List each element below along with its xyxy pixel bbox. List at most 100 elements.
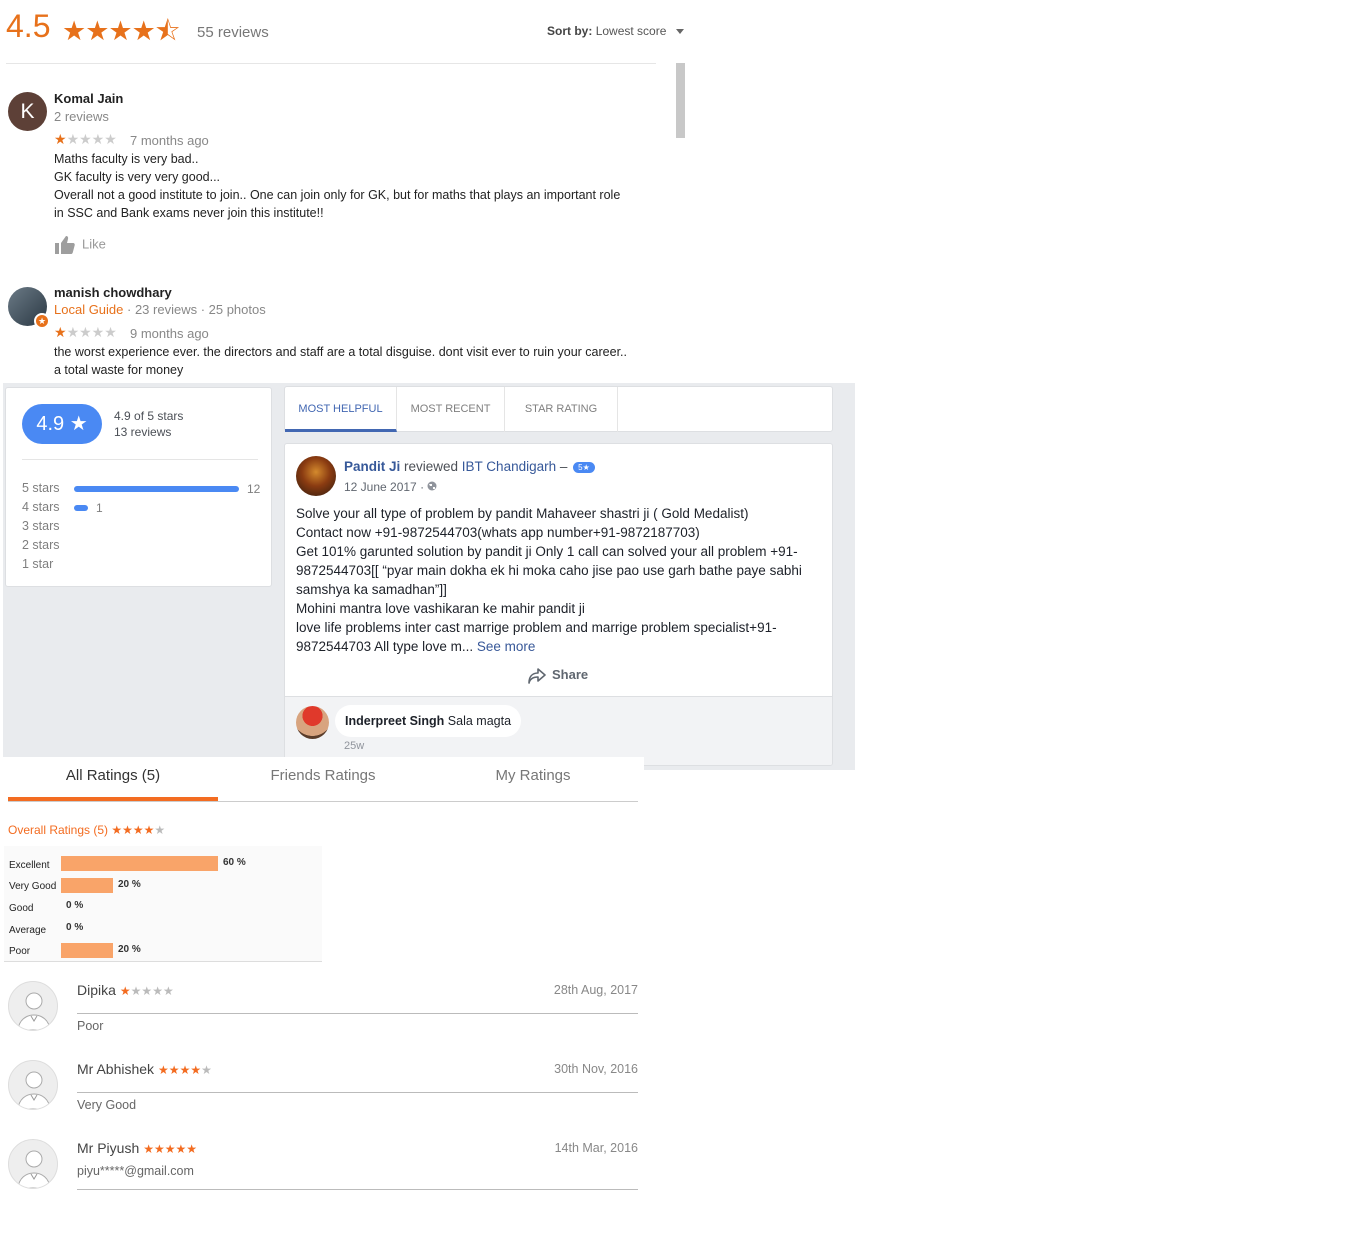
ratings-panel: All Ratings (5) Friends Ratings My Ratin… — [0, 757, 644, 1250]
breakdown-bar — [61, 943, 113, 958]
review-stars: ★★★★★ — [54, 131, 117, 148]
star-row-bar — [74, 486, 239, 492]
scrollbar-thumb[interactable] — [676, 63, 685, 138]
share-button[interactable]: Share — [528, 667, 588, 684]
like-button[interactable]: Like — [54, 235, 106, 255]
breakdown-percent: 0 % — [66, 922, 84, 933]
local-guide-label: Local Guide — [54, 302, 124, 317]
avatar[interactable] — [8, 1139, 58, 1189]
post-line: Get 101% garunted solution by pandit ji … — [296, 544, 798, 559]
avatar[interactable]: ★ — [8, 287, 50, 329]
avatar[interactable] — [8, 981, 58, 1031]
rating-date: 30th Nov, 2016 — [554, 1062, 638, 1076]
rating-badge: 5★ — [573, 461, 595, 473]
star-row-count: 12 — [247, 482, 261, 496]
breakdown-percent: 20 % — [118, 879, 141, 890]
comment-bubble: Inderpreet Singh Sala magta — [335, 705, 522, 737]
page-link[interactable]: IBT Chandigarh — [462, 459, 556, 474]
reviewer-meta: Local Guide · 23 reviews · 25 photos — [54, 302, 266, 317]
breakdown-percent: 60 % — [223, 857, 246, 868]
post-date[interactable]: 12 June 2017 · — [344, 480, 437, 494]
tab-all-ratings[interactable]: All Ratings (5) — [8, 767, 218, 784]
post-line: samshya ka samadhan”]] — [296, 582, 447, 597]
review-line: a total waste for money — [54, 363, 184, 377]
chevron-down-icon — [675, 29, 684, 35]
sort-dropdown[interactable]: Sort by: Lowest score — [547, 24, 684, 38]
reviewer-name[interactable]: manish chowdhary — [54, 285, 172, 300]
star-row-label: 4 stars — [22, 500, 60, 514]
divider — [6, 63, 656, 64]
post-verb: reviewed — [400, 459, 462, 474]
review-text: Maths faculty is very bad.. GK faculty i… — [54, 150, 654, 222]
breakdown-percent: 20 % — [118, 944, 141, 955]
rating-of-text: 4.9 of 5 stars — [114, 409, 184, 423]
breakdown-label: Good — [9, 903, 34, 914]
star-filled-icon: ★★★★ — [111, 823, 155, 837]
like-label: Like — [82, 236, 106, 252]
post-line: Solve your all type of problem by pandit… — [296, 506, 749, 521]
rating-text: Poor — [77, 1019, 104, 1033]
overall-label: Overall Ratings (5) — [8, 823, 109, 837]
star-filled-icon: ★ — [54, 324, 67, 340]
rating-summary-card: 4.9 ★ 4.9 of 5 stars 13 reviews 5 stars … — [5, 387, 272, 587]
rating-date: 28th Aug, 2017 — [553, 983, 638, 997]
breakdown-bar — [61, 878, 113, 893]
tab-most-helpful[interactable]: MOST HELPFUL — [285, 387, 397, 432]
user-placeholder-icon — [17, 992, 51, 1030]
star-row-label: 5 stars — [22, 481, 60, 495]
avatar[interactable] — [296, 456, 336, 496]
tab-star-rating[interactable]: STAR RATING — [505, 387, 618, 432]
comment-area: Inderpreet Singh Sala magta 25w — [285, 696, 832, 765]
rater-stars: ★★★★★ — [143, 1142, 197, 1156]
post-body: Solve your all type of problem by pandit… — [296, 504, 826, 656]
post-line-text: 9872544703 All type love m... — [296, 639, 477, 654]
reviewer-name[interactable]: Komal Jain — [54, 91, 123, 106]
star-empty-icon: ★★★★ — [66, 324, 117, 340]
tab-friends-ratings[interactable]: Friends Ratings — [218, 767, 428, 784]
tab-most-recent[interactable]: MOST RECENT — [397, 387, 505, 432]
star-filled-icon: ★ — [54, 131, 67, 147]
review-count[interactable]: 55 reviews — [197, 24, 269, 41]
post-author-link[interactable]: Pandit Ji — [344, 459, 400, 474]
rater-stars: ★★★★★ — [120, 984, 174, 998]
breakdown-label: Average — [9, 925, 47, 936]
avatar[interactable] — [8, 1060, 58, 1110]
divider — [77, 1092, 638, 1093]
star-filled-icon: ★ — [119, 984, 131, 998]
tab-underline — [8, 801, 638, 802]
review-time: 9 months ago — [130, 326, 209, 341]
active-tab-indicator — [8, 797, 218, 801]
share-label: Share — [552, 667, 589, 682]
rating-date: 14th Mar, 2016 — [554, 1141, 638, 1155]
see-more-link[interactable]: See more — [477, 639, 536, 654]
review-line: GK faculty is very very good... — [54, 170, 221, 184]
star-row-label: 3 stars — [22, 519, 60, 533]
post-line: 9872544703[[ “pyar main dokha ek hi moka… — [296, 563, 802, 578]
rater-name: Dipika ★★★★★ — [77, 982, 174, 998]
overall-stars: ★★★★★ — [111, 823, 165, 837]
thumbs-up-icon — [55, 236, 75, 254]
sort-value: Lowest score — [595, 24, 667, 38]
rating-pill: 4.9 ★ — [22, 404, 102, 444]
avatar[interactable]: K — [8, 92, 47, 131]
tab-my-ratings[interactable]: My Ratings — [428, 767, 638, 784]
rater-stars: ★★★★★ — [158, 1063, 212, 1077]
star-row-count: 1 — [96, 501, 103, 515]
rating-text: Very Good — [77, 1098, 137, 1112]
overall-ratings: Overall Ratings (5) ★★★★★ — [8, 823, 165, 837]
divider — [22, 459, 258, 460]
user-placeholder-icon — [17, 1150, 51, 1188]
review-tabs: MOST HELPFUL MOST RECENT STAR RATING — [284, 386, 833, 432]
commenter-name[interactable]: Inderpreet Singh — [345, 714, 444, 728]
reviewer-stats: · 23 reviews · 25 photos — [123, 302, 266, 317]
comment-time[interactable]: 25w — [344, 740, 364, 752]
review-line: the worst experience ever. the directors… — [54, 345, 627, 359]
overall-rating: 4.5 — [6, 8, 51, 44]
rater-name: Mr Piyush ★★★★★ — [77, 1140, 197, 1156]
avatar[interactable] — [296, 706, 329, 739]
breakdown-bar — [61, 856, 218, 871]
rater-name-text: Dipika — [77, 982, 116, 998]
star-row-bar — [74, 505, 88, 511]
post-line: Contact now +91-9872544703(whats app num… — [296, 525, 700, 540]
review-text: the worst experience ever. the directors… — [54, 343, 654, 379]
